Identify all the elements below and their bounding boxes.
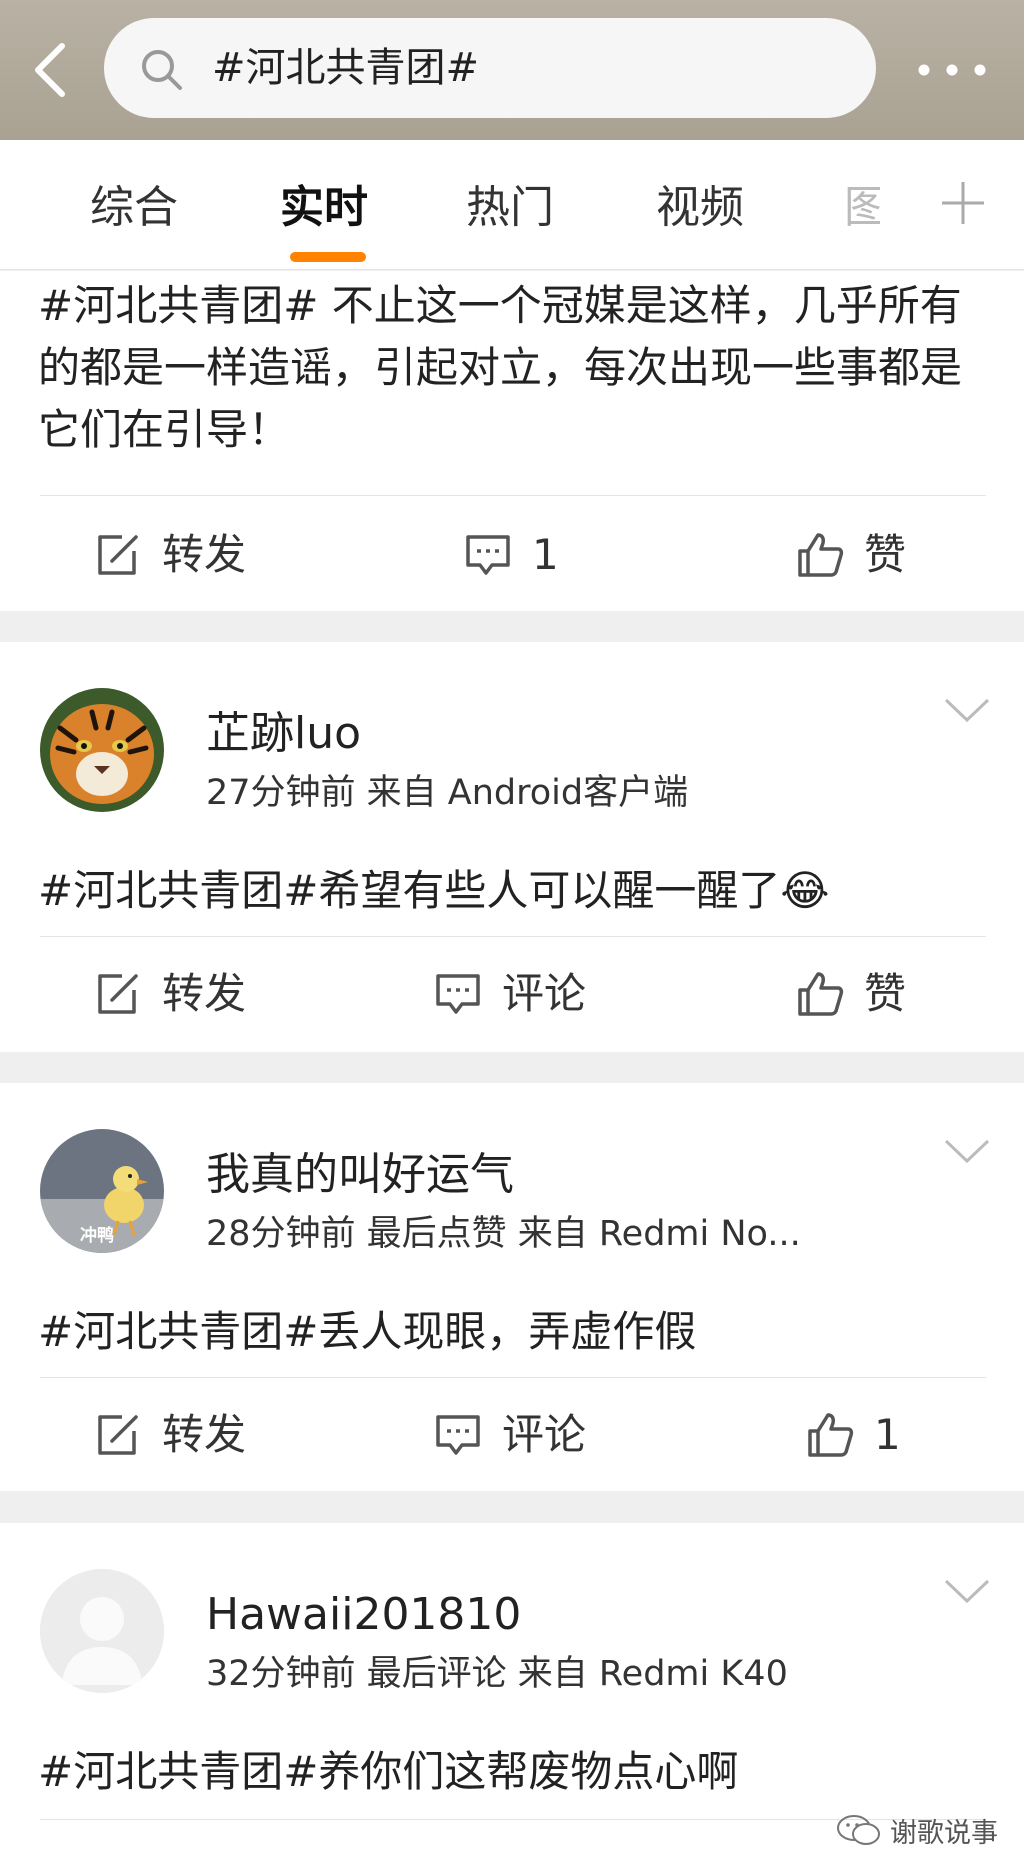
more-icon [918,64,986,76]
search-query: #河北共青团# [212,45,480,91]
post-text: #河北共青团#希望有些人可以醒一醒了😂 [38,866,830,915]
tab-video[interactable]: 视频 [656,178,744,238]
repost-icon [98,1415,138,1455]
post-card: 芷跡luo 27分钟前 来自 Android客户端 #河北共青团#希望有些人可以… [0,642,1024,1052]
watermark: 谢歌说事 [836,1810,998,1850]
comment-label: 评论 [502,1410,587,1459]
post-text: #河北共青团# 不止这一个冠媒是这样，几乎所有的都是一样造谣，引起对立，每次出现… [38,281,963,454]
default-avatar-icon [40,1569,164,1693]
plus-icon[interactable] [940,180,986,226]
comment-button[interactable]: 1 [462,525,559,585]
tab-comprehensive[interactable]: 综合 [90,178,178,238]
repost-button[interactable]: 转发 [92,964,246,1024]
comment-count: 1 [532,530,559,579]
comment-icon [436,1415,480,1455]
post-text: #河北共青团#养你们这帮废物点心啊 [38,1747,739,1796]
repost-icon [98,974,138,1014]
comment-icon [436,974,480,1014]
tab-images[interactable]: 图 [844,178,880,238]
comment-button[interactable]: 评论 [432,964,586,1024]
username[interactable]: Hawaii201810 [206,1585,521,1645]
divider [40,936,986,937]
more-button[interactable] [912,50,992,90]
comment-button[interactable]: 评论 [432,1405,586,1465]
chevron-down-icon[interactable] [942,1575,992,1605]
chevron-down-icon[interactable] [942,694,992,724]
avatar[interactable] [40,1569,164,1693]
like-label: 赞 [864,969,907,1018]
active-tab-indicator [290,252,366,262]
search-icon [142,50,182,90]
post-meta: 32分钟前 最后评论 来自 Redmi K40 [206,1654,788,1694]
avatar[interactable] [40,688,164,812]
wechat-icon [837,1815,880,1845]
repost-label: 转发 [162,969,247,1018]
watermark-text: 谢歌说事 [890,1817,998,1849]
search-input[interactable]: #河北共青团# [104,18,876,118]
avatar[interactable]: 冲鸭 [40,1129,164,1253]
repost-button[interactable]: 转发 [92,1405,246,1465]
username[interactable]: 芷跡luo [206,704,361,764]
like-button[interactable]: 1 [804,1405,901,1465]
chevron-down-icon[interactable] [942,1135,992,1165]
post-meta: 28分钟前 最后点赞 来自 Redmi No... [206,1214,801,1254]
like-button[interactable]: 赞 [794,964,906,1024]
repost-label: 转发 [162,1410,247,1459]
post-text: #河北共青团#丢人现眼，弄虚作假 [38,1307,697,1356]
like-button[interactable]: 赞 [794,525,906,585]
top-bar: #河北共青团# [0,0,1024,140]
divider [40,495,986,496]
post-meta: 27分钟前 来自 Android客户端 [206,773,689,813]
tab-realtime[interactable]: 实时 [280,178,368,238]
like-count: 1 [874,1410,901,1459]
tiger-avatar-image [40,688,164,812]
avatar-caption: 冲鸭 [80,1226,114,1246]
like-icon [798,972,844,1016]
comment-icon [466,535,510,575]
like-label: 赞 [864,530,907,579]
repost-icon [98,535,138,575]
like-icon [808,1413,854,1457]
back-button[interactable] [30,40,80,100]
username[interactable]: 我真的叫好运气 [206,1145,514,1205]
tab-hot[interactable]: 热门 [466,178,554,238]
back-arrow-icon [35,43,65,97]
post-card: 冲鸭 我真的叫好运气 28分钟前 最后点赞 来自 Redmi No... #河北… [0,1083,1024,1491]
like-icon [798,533,844,577]
comment-label: 评论 [502,969,587,1018]
tab-bar: 综合 实时 热门 视频 图 [0,140,1024,270]
divider [40,1377,986,1378]
repost-label: 转发 [162,530,247,579]
post-card: #河北共青团# 不止这一个冠媒是这样，几乎所有的都是一样造谣，引起对立，每次出现… [0,271,1024,611]
repost-button[interactable]: 转发 [92,525,246,585]
